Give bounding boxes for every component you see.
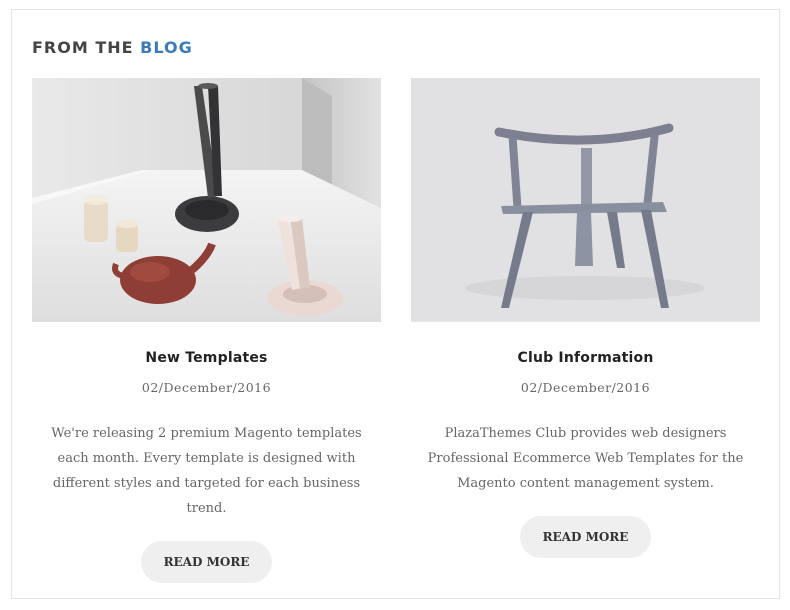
post-thumbnail-vases[interactable] (32, 78, 381, 322)
section-title-accent: BLOG (140, 38, 193, 57)
post-title[interactable]: Club Information (411, 350, 760, 366)
post-excerpt: We're releasing 2 premium Magento templa… (51, 426, 362, 516)
read-more-button[interactable]: READ MORE (520, 516, 651, 558)
blog-post-card: Club Information 02/December/2016 PlazaT… (411, 78, 760, 558)
section-title-prefix: FROM THE (32, 38, 134, 57)
chair-image (411, 78, 760, 321)
post-date: 02/December/2016 (141, 380, 272, 395)
post-thumbnail-chair[interactable] (411, 78, 760, 322)
blog-section: FROM THE BLOG New Templates 02/December/… (11, 9, 780, 599)
vases-image (32, 78, 381, 322)
post-title[interactable]: New Templates (32, 350, 381, 366)
read-more-button[interactable]: READ MORE (141, 541, 272, 583)
post-excerpt: PlazaThemes Club provides web designers … (427, 426, 744, 491)
post-date: 02/December/2016 (520, 380, 651, 395)
blog-post-card: New Templates 02/December/2016 We're rel… (32, 78, 381, 583)
section-title: FROM THE BLOG (32, 38, 193, 57)
